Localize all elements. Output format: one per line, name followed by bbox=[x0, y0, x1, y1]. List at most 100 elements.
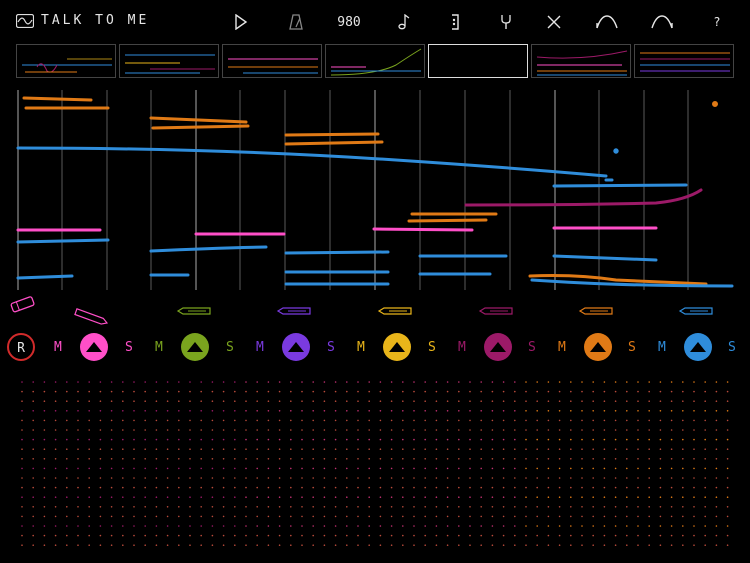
grid-dot bbox=[570, 390, 572, 393]
grid-dot bbox=[54, 390, 57, 393]
grid-dot bbox=[570, 544, 572, 546]
pencil-icon[interactable] bbox=[74, 308, 109, 326]
instrument-selector[interactable] bbox=[180, 332, 210, 362]
record-button[interactable]: R bbox=[7, 333, 35, 361]
mute-button[interactable]: M bbox=[458, 340, 466, 355]
grid-dot bbox=[166, 419, 169, 422]
pencil-icon[interactable] bbox=[478, 307, 513, 315]
play-button[interactable] bbox=[227, 10, 255, 34]
curve-arc-button[interactable] bbox=[648, 10, 676, 34]
metronome-button[interactable] bbox=[282, 10, 310, 34]
grid-dot bbox=[704, 438, 706, 441]
grid-dot bbox=[368, 477, 371, 479]
instrument-selector[interactable] bbox=[79, 332, 109, 362]
pencil-icon[interactable] bbox=[578, 307, 613, 315]
grid-dot bbox=[682, 448, 684, 450]
grid-dot bbox=[491, 544, 494, 546]
tempo-display[interactable]: 980 bbox=[332, 10, 366, 34]
grid-dot bbox=[390, 419, 393, 422]
grid-dot bbox=[402, 448, 404, 450]
grid-dot bbox=[390, 477, 393, 479]
grid-dot bbox=[88, 400, 90, 402]
pattern-thumbnail[interactable] bbox=[634, 44, 734, 78]
grid-dot bbox=[435, 544, 438, 546]
grid-dot bbox=[334, 496, 337, 498]
grid-dot bbox=[704, 390, 706, 393]
instrument-selector[interactable] bbox=[483, 332, 513, 362]
mute-button[interactable]: M bbox=[558, 340, 566, 355]
pattern-thumbnail[interactable] bbox=[325, 44, 425, 78]
note-length-button[interactable] bbox=[390, 10, 418, 34]
pattern-thumbnail[interactable] bbox=[119, 44, 219, 78]
grid-dot bbox=[525, 477, 527, 479]
note-editor-canvas[interactable] bbox=[16, 90, 734, 290]
grid-dot bbox=[88, 448, 90, 450]
grid-dot bbox=[525, 496, 527, 498]
instrument-selector[interactable] bbox=[583, 332, 613, 362]
grid-dot bbox=[267, 534, 270, 537]
grid-dot bbox=[469, 515, 471, 518]
grid-dot bbox=[614, 477, 617, 479]
solo-button[interactable]: S bbox=[628, 340, 636, 355]
instrument-selector[interactable] bbox=[281, 332, 311, 362]
eraser-icon[interactable] bbox=[10, 296, 35, 313]
instrument-icon bbox=[80, 333, 108, 361]
grid-dot bbox=[424, 438, 427, 441]
grid-dot bbox=[469, 496, 471, 498]
loop-bracket-button[interactable] bbox=[441, 10, 469, 34]
grid-dot bbox=[402, 525, 404, 527]
grid-dot bbox=[256, 525, 258, 527]
solo-button[interactable]: S bbox=[327, 340, 335, 355]
instrument-selector[interactable] bbox=[382, 332, 412, 362]
grid-dot bbox=[558, 400, 561, 402]
dot-grid-pad[interactable] bbox=[16, 378, 734, 553]
tuning-button[interactable] bbox=[492, 10, 520, 34]
grid-dot bbox=[648, 496, 650, 498]
mute-button[interactable]: M bbox=[256, 340, 264, 355]
grid-dot bbox=[21, 400, 23, 402]
grid-dot bbox=[77, 477, 79, 479]
solo-button[interactable]: S bbox=[528, 340, 536, 355]
grid-dot bbox=[491, 448, 494, 450]
curve-ramp-button[interactable] bbox=[593, 10, 621, 34]
solo-button[interactable]: S bbox=[125, 340, 133, 355]
grid-dot bbox=[435, 390, 438, 393]
mute-button[interactable]: M bbox=[658, 340, 666, 355]
grid-dot bbox=[312, 438, 315, 441]
instrument-selector[interactable] bbox=[683, 332, 713, 362]
grid-dot bbox=[245, 496, 247, 498]
grid-dot bbox=[234, 429, 236, 431]
pattern-thumbnail[interactable] bbox=[16, 44, 116, 78]
pattern-thumbnail[interactable] bbox=[531, 44, 631, 78]
pattern-thumbnail-selected[interactable] bbox=[428, 44, 528, 78]
grid-dot bbox=[54, 438, 57, 441]
grid-dot bbox=[155, 486, 158, 489]
grid-dot bbox=[379, 410, 382, 412]
pencil-icon[interactable] bbox=[678, 307, 713, 315]
clear-button[interactable] bbox=[540, 10, 568, 34]
grid-dot bbox=[54, 486, 57, 489]
grid-dot bbox=[346, 477, 348, 479]
grid-dot bbox=[301, 506, 303, 508]
mute-button[interactable]: M bbox=[54, 340, 62, 355]
pencil-icon[interactable] bbox=[377, 307, 412, 315]
solo-button[interactable]: S bbox=[728, 340, 736, 355]
grid-dot bbox=[379, 525, 382, 527]
grid-dot bbox=[682, 458, 684, 460]
grid-dot bbox=[402, 496, 404, 498]
grid-dot bbox=[558, 515, 561, 518]
solo-button[interactable]: S bbox=[226, 340, 234, 355]
mute-button[interactable]: M bbox=[155, 340, 163, 355]
grid-dot bbox=[267, 410, 270, 412]
solo-button[interactable]: S bbox=[428, 340, 436, 355]
pattern-thumbnail[interactable] bbox=[222, 44, 322, 78]
grid-dot bbox=[290, 458, 292, 460]
grid-dot bbox=[144, 390, 146, 393]
grid-dot bbox=[581, 477, 583, 479]
mute-button[interactable]: M bbox=[357, 340, 365, 355]
pencil-icon[interactable] bbox=[176, 307, 211, 315]
help-button[interactable]: ? bbox=[703, 10, 731, 34]
grid-dot bbox=[570, 506, 572, 508]
pencil-icon[interactable] bbox=[276, 307, 311, 315]
grid-dot bbox=[110, 534, 113, 537]
